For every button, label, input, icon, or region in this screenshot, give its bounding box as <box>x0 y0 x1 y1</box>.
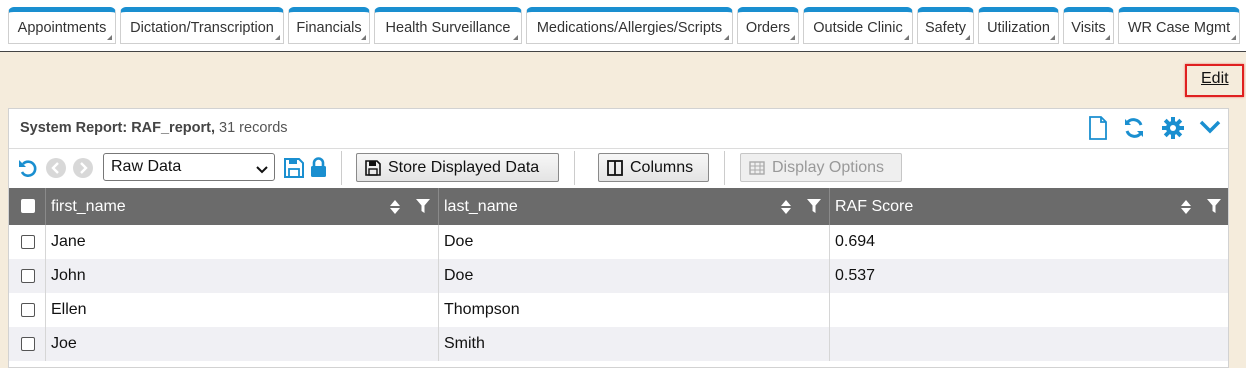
next-icon[interactable] <box>73 158 93 183</box>
tab-label: Utilization <box>987 19 1050 36</box>
toolbar-divider <box>724 151 725 185</box>
tab-label: Outside Clinic <box>813 19 903 36</box>
column-header-last-name[interactable]: last_name <box>438 188 829 225</box>
display-options-button[interactable]: Display Options <box>740 153 902 182</box>
tab-appointments[interactable]: Appointments <box>8 7 116 44</box>
cell-raf-score <box>829 327 1230 361</box>
table-row[interactable]: John Doe 0.537 <box>9 259 1228 293</box>
settings-gear-icon[interactable] <box>1162 117 1184 144</box>
tab-label: Visits <box>1071 19 1106 36</box>
record-count: 31 records <box>219 120 288 136</box>
new-document-icon[interactable] <box>1088 116 1108 145</box>
tab-dictation-transcription[interactable]: Dictation/Transcription <box>120 7 284 44</box>
cell-first-name: Ellen <box>45 293 438 327</box>
table-row[interactable]: Joe Smith <box>9 327 1228 361</box>
view-select[interactable]: Raw Data <box>103 153 275 181</box>
table-row[interactable]: Ellen Thompson <box>9 293 1228 327</box>
collapse-chevron-icon[interactable] <box>1199 119 1221 140</box>
store-button-label: Store Displayed Data <box>388 158 540 176</box>
tab-visits[interactable]: Visits <box>1063 7 1114 44</box>
tab-medications-allergies-scripts[interactable]: Medications/Allergies/Scripts <box>526 7 733 44</box>
table-row[interactable]: Jane Doe 0.694 <box>9 225 1228 259</box>
cell-raf-score <box>829 293 1230 327</box>
tab-wr-case-mgmt[interactable]: WR Case Mgmt <box>1118 7 1240 44</box>
tab-label: Dictation/Transcription <box>130 19 274 36</box>
tab-label: Medications/Allergies/Scripts <box>536 19 723 36</box>
table-header: first_name last_name RAF Score <box>9 188 1228 225</box>
sort-icon[interactable] <box>389 200 401 219</box>
column-header-raf-score[interactable]: RAF Score <box>829 188 1230 225</box>
tab-health-surveillance[interactable]: Health Surveillance <box>374 7 522 44</box>
row-checkbox[interactable] <box>21 235 35 249</box>
table-grid-icon <box>749 160 765 175</box>
column-label: first_name <box>51 197 126 215</box>
tab-outside-clinic[interactable]: Outside Clinic <box>803 7 913 44</box>
cell-last-name: Thompson <box>438 293 829 327</box>
report-header: System Report: RAF_report, 31 records <box>9 109 1228 149</box>
cell-first-name: John <box>45 259 438 293</box>
toolbar-divider <box>341 151 342 185</box>
sort-icon[interactable] <box>1180 200 1192 219</box>
report-toolbar: Raw Data Store Displayed Data Columns Di… <box>9 149 1228 188</box>
tab-label: Safety <box>924 19 967 36</box>
row-checkbox[interactable] <box>21 337 35 351</box>
filter-icon[interactable] <box>1207 199 1221 219</box>
cell-first-name: Jane <box>45 225 438 259</box>
tab-label: Appointments <box>17 19 107 36</box>
columns-icon <box>607 159 623 176</box>
tab-label: Orders <box>745 19 791 36</box>
save-icon[interactable] <box>284 158 304 183</box>
cell-last-name: Doe <box>438 225 829 259</box>
cell-raf-score: 0.537 <box>829 259 1230 293</box>
tab-safety[interactable]: Safety <box>917 7 974 44</box>
previous-icon[interactable] <box>46 158 66 183</box>
column-label: RAF Score <box>835 197 914 215</box>
cell-last-name: Doe <box>438 259 829 293</box>
cell-raf-score: 0.694 <box>829 225 1230 259</box>
report-title: System Report: RAF_report, 31 records <box>20 120 288 136</box>
filter-icon[interactable] <box>416 199 430 219</box>
row-checkbox[interactable] <box>21 269 35 283</box>
report-name: System Report: RAF_report, <box>20 120 215 136</box>
report-panel: System Report: RAF_report, 31 records Ra… <box>8 108 1229 368</box>
sort-icon[interactable] <box>780 200 792 219</box>
display-options-label: Display Options <box>772 158 885 176</box>
tab-utilization[interactable]: Utilization <box>978 7 1059 44</box>
edit-link[interactable]: Edit <box>1201 70 1229 88</box>
floppy-disk-icon <box>365 159 381 176</box>
cell-last-name: Smith <box>438 327 829 361</box>
tab-label: Health Surveillance <box>385 19 511 36</box>
cell-first-name: Joe <box>45 327 438 361</box>
module-tab-bar: Appointments Dictation/Transcription Fin… <box>0 0 1246 52</box>
columns-button-label: Columns <box>630 158 694 176</box>
select-all-checkbox[interactable] <box>21 199 35 213</box>
tab-orders[interactable]: Orders <box>737 7 799 44</box>
refresh-icon[interactable] <box>1123 117 1145 144</box>
toolbar-divider <box>574 151 575 185</box>
tab-financials[interactable]: Financials <box>288 7 370 44</box>
lock-icon[interactable] <box>310 157 327 182</box>
store-displayed-data-button[interactable]: Store Displayed Data <box>356 153 559 182</box>
columns-button[interactable]: Columns <box>598 153 709 182</box>
filter-icon[interactable] <box>807 199 821 219</box>
tab-label: Financials <box>296 19 362 36</box>
undo-icon[interactable] <box>18 158 38 183</box>
tab-label: WR Case Mgmt <box>1127 19 1231 36</box>
column-header-first-name[interactable]: first_name <box>45 188 438 225</box>
row-checkbox[interactable] <box>21 303 35 317</box>
view-select-value: Raw Data <box>111 158 182 175</box>
chevron-down-icon <box>256 162 268 180</box>
column-label: last_name <box>444 197 518 215</box>
